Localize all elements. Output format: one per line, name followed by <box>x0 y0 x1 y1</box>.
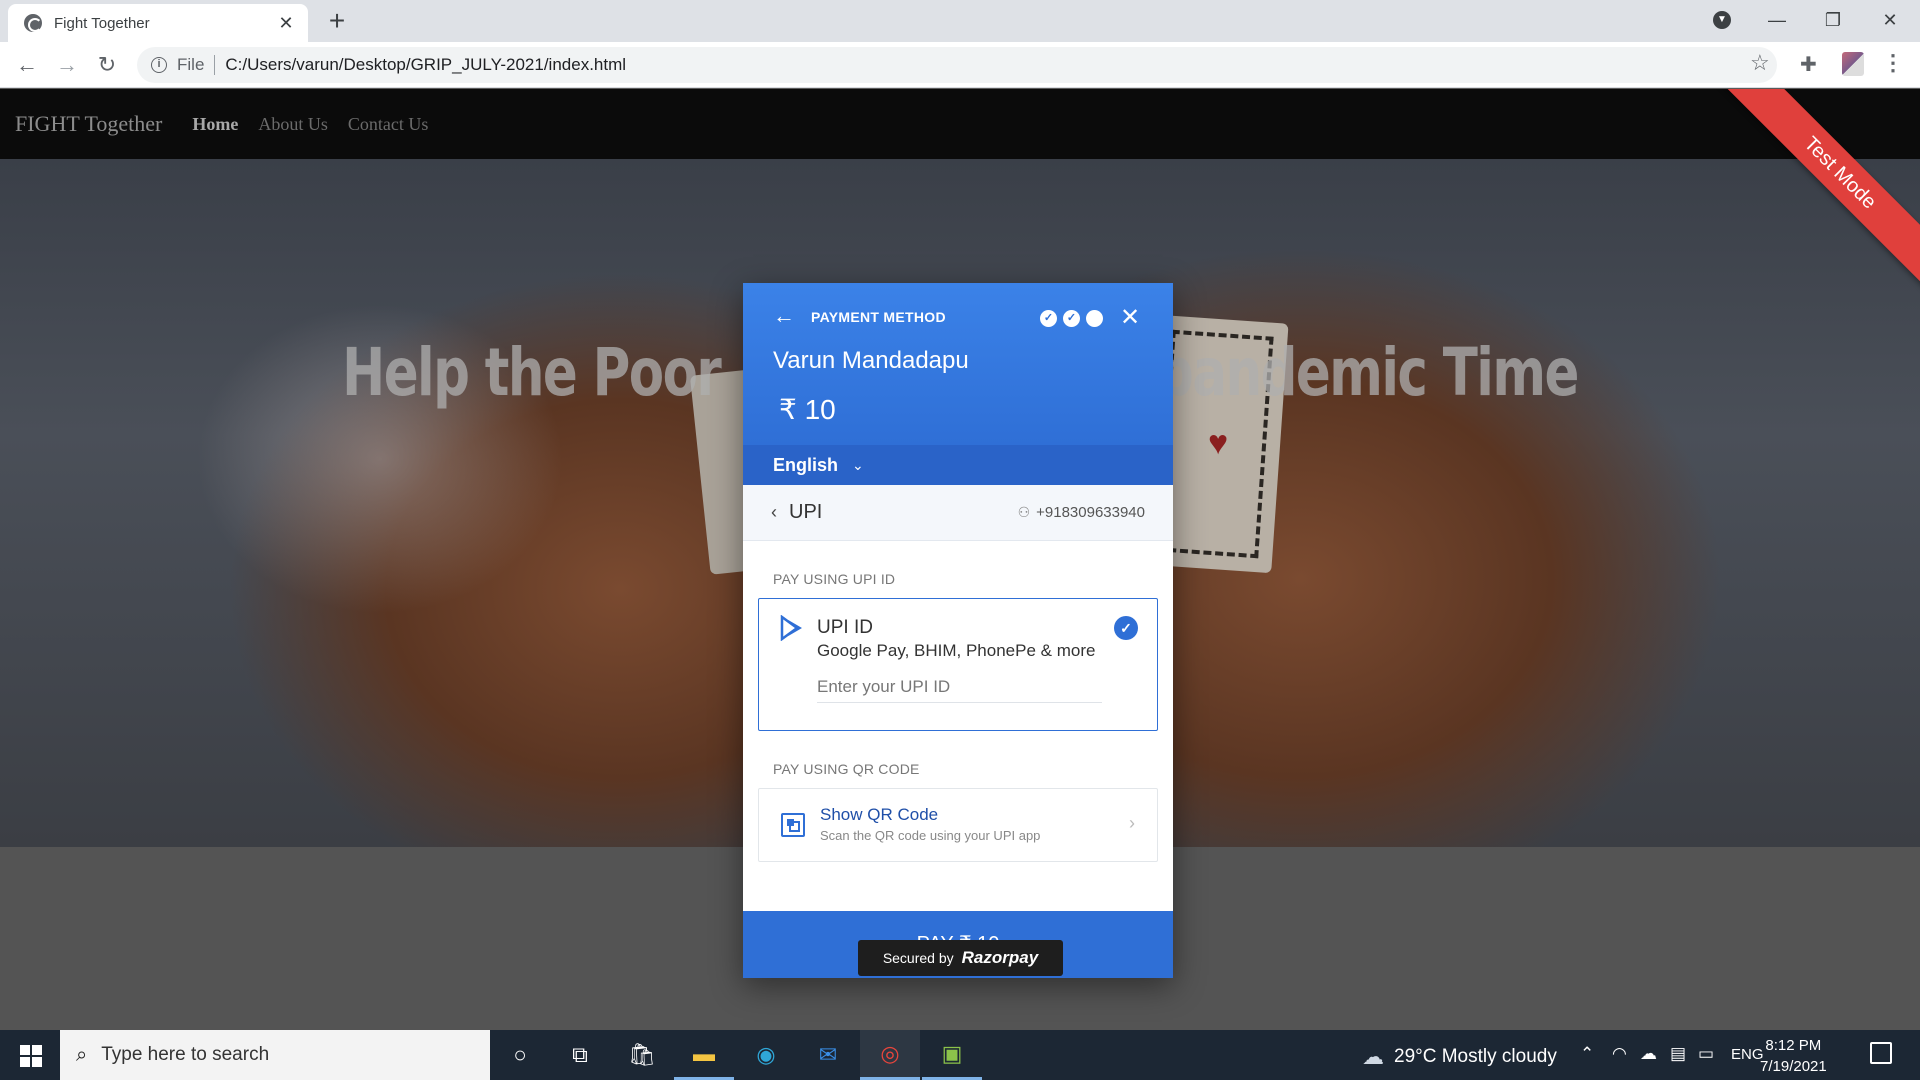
razorpay-checkout-modal: ← PAYMENT METHOD ✓ ✓ ✕ Varun Mandadapu ₹… <box>743 283 1173 978</box>
section-qr-heading: PAY USING QR CODE <box>773 761 920 777</box>
chevron-down-icon: ⌄ <box>852 456 864 473</box>
browser-menu-icon[interactable]: ⋮ <box>1882 50 1904 76</box>
window-close-button[interactable]: ✕ <box>1865 4 1915 36</box>
payment-amount: ₹ 10 <box>779 394 836 425</box>
bookmark-star-icon[interactable]: ☆ <box>1750 50 1770 76</box>
file-explorer-icon[interactable]: ▬ <box>674 1030 734 1080</box>
qr-option-title: Show QR Code <box>820 805 939 824</box>
address-bar[interactable]: i File C:/Users/varun/Desktop/GRIP_JULY-… <box>137 47 1777 83</box>
nav-home[interactable]: Home <box>192 114 238 135</box>
language-selector[interactable]: English ⌄ <box>743 445 1173 485</box>
secured-by-label: Secured by <box>882 950 954 966</box>
cloud-sync-icon[interactable]: ☁ <box>1640 1044 1657 1064</box>
action-icon[interactable]: ▤ <box>1670 1044 1686 1064</box>
notepad-icon[interactable]: ▣ <box>922 1030 982 1080</box>
taskbar-search-placeholder: Type here to search <box>101 1044 270 1065</box>
new-tab-button[interactable]: + <box>322 6 352 36</box>
windows-taskbar: ⌕ Type here to search ○ ⧉ 🛍 ▬ ◉ ✉ ◎ ▣ ☁ … <box>0 1030 1920 1080</box>
mail-icon[interactable]: ✉ <box>798 1030 858 1080</box>
checkout-header: ← PAYMENT METHOD ✓ ✓ ✕ Varun Mandadapu ₹… <box>743 283 1173 445</box>
chevron-right-icon: › <box>1129 813 1135 833</box>
profile-avatar[interactable] <box>1842 52 1864 76</box>
back-arrow-icon[interactable]: ← <box>12 50 42 80</box>
notification-center-icon[interactable] <box>1870 1042 1892 1064</box>
contact-number[interactable]: ⚇ +918309633940 <box>1018 504 1145 521</box>
tab-search-icon[interactable]: ▼ <box>1713 11 1731 29</box>
weather-text: 29°C Mostly cloudy <box>1394 1046 1557 1067</box>
info-icon[interactable]: i <box>151 57 167 73</box>
tab-close-icon[interactable]: ✕ <box>276 13 296 34</box>
step-current-icon <box>1086 310 1103 327</box>
method-header: ‹ UPI ⚇ +918309633940 <box>743 485 1173 541</box>
battery-icon[interactable]: ▭ <box>1698 1044 1714 1064</box>
taskbar-search-box[interactable]: ⌕ Type here to search <box>60 1030 490 1080</box>
user-icon: ⚇ <box>1017 504 1031 520</box>
close-icon[interactable]: ✕ <box>1120 303 1140 332</box>
globe-icon <box>24 14 42 32</box>
method-name: UPI <box>789 501 823 523</box>
browser-tab-strip: Fight Together ✕ + ▼ — ❐ ✕ <box>0 0 1920 42</box>
site-navbar: FIGHT Together Home About Us Contact Us <box>0 89 1920 159</box>
clock-time: 8:12 PM <box>1765 1037 1822 1054</box>
weather-widget[interactable]: ☁ 29°C Mostly cloudy <box>1362 1044 1557 1070</box>
merchant-name: Varun Mandadapu <box>773 347 969 374</box>
restore-button[interactable]: ❐ <box>1808 4 1858 36</box>
hero-title-left: Help the Poor <box>342 334 722 411</box>
search-icon: ⌕ <box>76 1043 88 1066</box>
qr-code-icon <box>781 813 805 837</box>
browser-tab[interactable]: Fight Together ✕ <box>8 4 308 42</box>
address-divider <box>214 55 216 75</box>
nav-contact-us[interactable]: Contact Us <box>348 114 429 135</box>
upi-logo-icon <box>780 615 802 641</box>
contact-number-text: +918309633940 <box>1036 504 1145 521</box>
step-complete-icon: ✓ <box>1040 310 1057 327</box>
store-icon[interactable]: 🛍 <box>612 1030 672 1080</box>
edge-icon[interactable]: ◉ <box>736 1030 796 1080</box>
chevron-left-icon[interactable]: ‹ <box>771 502 777 523</box>
cortana-icon[interactable]: ○ <box>490 1030 550 1080</box>
extensions-puzzle-icon[interactable]: ✚ <box>1800 52 1817 77</box>
hero-title-right: pandemic Time <box>1157 334 1579 411</box>
input-language[interactable]: ENG <box>1731 1046 1764 1063</box>
step-complete-icon: ✓ <box>1063 310 1080 327</box>
section-upi-id-heading: PAY USING UPI ID <box>773 571 896 587</box>
upi-option-label: UPI ID <box>817 617 873 638</box>
show-hidden-icons-icon[interactable]: ⌃ <box>1580 1044 1594 1064</box>
chrome-icon[interactable]: ◎ <box>860 1030 920 1080</box>
progress-steps: ✓ ✓ <box>1040 310 1103 327</box>
web-page: FIGHT Together Home About Us Contact Us … <box>0 89 1920 1030</box>
cloud-icon: ☁ <box>1362 1044 1384 1069</box>
reload-icon[interactable]: ↻ <box>92 50 122 80</box>
nav-about-us[interactable]: About Us <box>258 114 328 135</box>
razorpay-logo: Razorpay <box>961 948 1039 967</box>
language-label: English <box>773 454 839 475</box>
qr-option-subtitle: Scan the QR code using your UPI app <box>820 828 1041 843</box>
windows-start-icon[interactable] <box>20 1045 42 1067</box>
system-clock[interactable]: 8:12 PM 7/19/2021 <box>1760 1035 1827 1077</box>
show-qr-code-option[interactable]: Show QR Code Scan the QR code using your… <box>758 788 1158 862</box>
address-scheme: File <box>177 55 205 74</box>
task-view-icon[interactable]: ⧉ <box>550 1030 610 1080</box>
address-url[interactable]: C:/Users/varun/Desktop/GRIP_JULY-2021/in… <box>225 55 626 75</box>
payment-method-title: PAYMENT METHOD <box>811 309 946 325</box>
heart-icon: ♥ <box>1208 424 1229 462</box>
upi-id-option[interactable]: UPI ID Google Pay, BHIM, PhonePe & more … <box>758 598 1158 731</box>
forward-arrow-icon[interactable]: → <box>52 50 82 80</box>
upi-id-input[interactable] <box>817 671 1102 703</box>
network-icon[interactable]: ◠ <box>1612 1044 1627 1064</box>
upi-option-apps: Google Pay, BHIM, PhonePe & more <box>817 641 1096 660</box>
site-brand[interactable]: FIGHT Together <box>15 111 162 137</box>
minimize-button[interactable]: — <box>1752 4 1802 36</box>
clock-date: 7/19/2021 <box>1760 1058 1827 1075</box>
secured-by-razorpay-badge: Secured by Razorpay <box>858 940 1063 976</box>
check-icon: ✓ <box>1114 616 1138 640</box>
back-arrow-icon[interactable]: ← <box>773 303 795 329</box>
browser-toolbar: ← → ↻ i File C:/Users/varun/Desktop/GRIP… <box>0 42 1920 88</box>
tab-title: Fight Together <box>54 14 150 32</box>
